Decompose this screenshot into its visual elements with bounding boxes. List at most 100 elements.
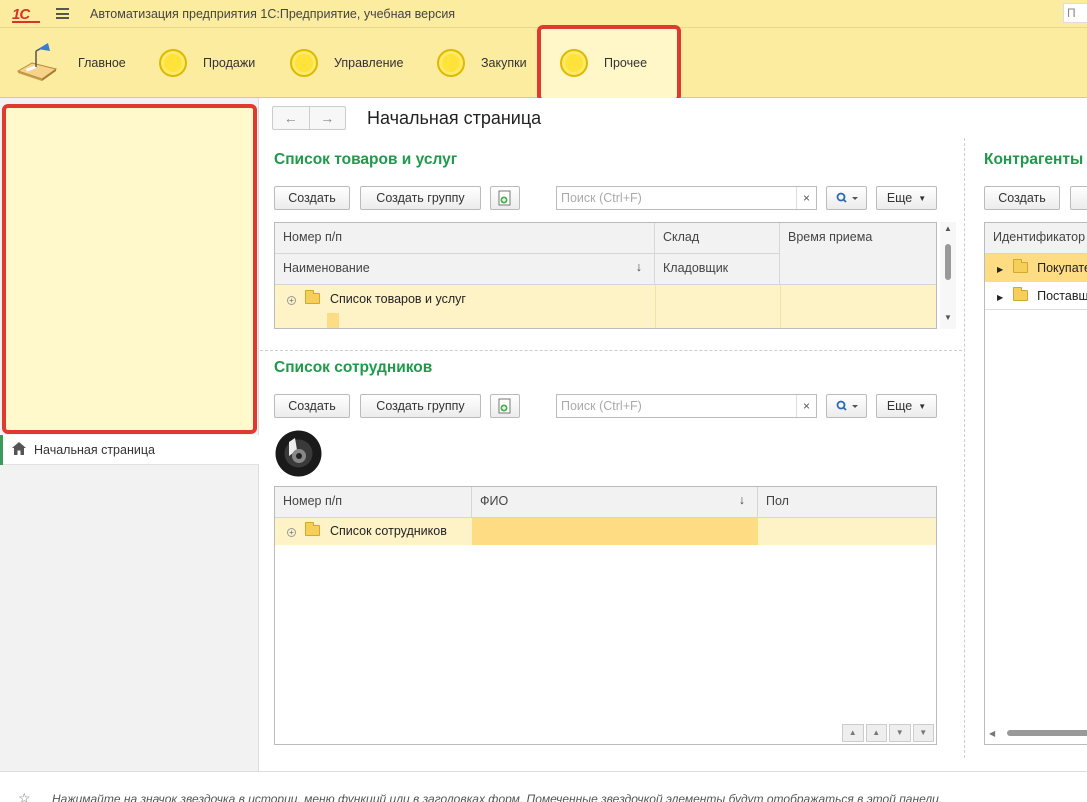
scroll-down-icon[interactable]: ▼ (889, 724, 911, 742)
tree-row[interactable]: ▶ Поставщики (997, 287, 1087, 303)
section-main[interactable]: Главное (14, 28, 126, 98)
section-label: Главное (78, 56, 126, 70)
column-header[interactable]: Пол (758, 487, 936, 518)
home-icon (12, 441, 26, 458)
yellow-circle-icon (290, 49, 318, 77)
expand-icon[interactable]: + (287, 296, 296, 305)
nav-item-label: Начальная страница (34, 442, 155, 457)
section-purchases[interactable]: Закупки (437, 28, 527, 98)
employees-more-button[interactable]: Еще ▼ (876, 394, 937, 418)
copy-doc-icon (498, 398, 511, 414)
column-header[interactable]: Время приема (780, 223, 936, 285)
scroll-up-icon[interactable]: ▲ (865, 724, 887, 742)
employee-photo[interactable] (275, 430, 322, 477)
row-label: Список сотрудников (329, 524, 447, 538)
employees-search-button[interactable] (826, 394, 867, 418)
favorites-hint: Нажимайте на значок звездочка в истории,… (52, 792, 943, 802)
scroll-thumb[interactable] (945, 244, 951, 280)
clear-icon[interactable]: × (796, 187, 816, 209)
folder-icon (1012, 259, 1028, 273)
favorites-panel: ☆ Нажимайте на значок звездочка в истори… (0, 771, 1087, 802)
more-label: Еще (886, 191, 913, 205)
section-other[interactable]: Прочее (540, 28, 678, 98)
table-row[interactable] (275, 313, 936, 328)
row-label: Список товаров и услуг (329, 292, 466, 306)
section-label: Закупки (481, 56, 527, 70)
column-header[interactable]: Наименование ↓ (275, 254, 655, 285)
scroll-bottom-icon[interactable]: ▼ (912, 724, 934, 742)
folder-icon (305, 290, 321, 304)
goods-more-button[interactable]: Еще ▼ (876, 186, 937, 210)
expand-arrow-icon[interactable]: ▶ (997, 293, 1003, 302)
nav-item-home[interactable]: Начальная страница (0, 435, 259, 465)
column-header[interactable]: Идентификатор (985, 223, 1087, 254)
column-header-label: Наименование (283, 261, 370, 275)
selected-cell[interactable] (472, 518, 758, 545)
expand-icon[interactable]: + (287, 528, 296, 537)
search-icon (836, 400, 858, 411)
scroll-left-icon[interactable]: ◀ (989, 729, 995, 738)
copy-doc-icon (498, 190, 511, 206)
goods-create-group-button[interactable]: Создать группу (360, 186, 481, 210)
scroll-up-icon[interactable]: ▲ (944, 224, 952, 233)
title-bar: 1С Автоматизация предприятия 1С:Предприя… (0, 0, 1087, 28)
column-header[interactable]: Кладовщик (655, 254, 780, 285)
section-management[interactable]: Управление (290, 28, 404, 98)
chevron-down-icon: ▼ (918, 401, 927, 411)
section-sales[interactable]: Продажи (159, 28, 255, 98)
search-placeholder: Поиск (Ctrl+F) (561, 399, 642, 413)
sort-arrow-icon: ↓ (738, 493, 745, 507)
scroll-down-icon[interactable]: ▼ (944, 313, 952, 322)
left-panel: Начальная страница (0, 98, 259, 771)
scroll-top-icon[interactable]: ▲ (842, 724, 864, 742)
chevron-down-icon: ▼ (918, 193, 927, 203)
menu-icon[interactable] (56, 8, 69, 19)
expand-arrow-icon[interactable]: ▶ (997, 265, 1003, 274)
column-header[interactable]: ФИО ↓ (472, 487, 758, 518)
goods-scrollbar[interactable]: ▲ ▼ (940, 222, 956, 329)
column-header[interactable]: Номер п/п (275, 223, 655, 254)
contractors-table: Идентификатор ▶ Покупатели ▶ Поставщики … (984, 222, 1087, 745)
global-search-input[interactable]: П (1063, 3, 1087, 23)
tree-row[interactable]: + Список товаров и услуг (287, 290, 466, 306)
sort-arrow-icon: ↓ (635, 260, 642, 274)
goods-search-input[interactable]: Поиск (Ctrl+F) × (556, 186, 817, 210)
goods-create-button[interactable]: Создать (274, 186, 350, 210)
section-label: Продажи (203, 56, 256, 70)
forward-arrow-icon[interactable]: → (310, 107, 346, 129)
app-title: Автоматизация предприятия 1С:Предприятие… (90, 7, 456, 21)
history-nav: ← → (272, 106, 346, 130)
function-panel-area (2, 104, 257, 434)
goods-search-button[interactable] (826, 186, 867, 210)
column-header[interactable]: Номер п/п (275, 487, 472, 518)
employees-create-group-button[interactable]: Создать группу (360, 394, 481, 418)
goods-table: Номер п/п Склад Время приема Наименовани… (274, 222, 937, 329)
back-arrow-icon[interactable]: ← (273, 107, 310, 129)
tree-row[interactable]: + Список сотрудников (287, 522, 447, 538)
cell-cursor (327, 313, 339, 328)
goods-title[interactable]: Список товаров и услуг (274, 151, 457, 169)
column-header[interactable]: Склад (655, 223, 780, 254)
yellow-circle-icon (560, 49, 588, 77)
contractors-create-button[interactable]: Создать (984, 186, 1060, 210)
copy-doc-button[interactable] (490, 186, 520, 210)
h-scroll-thumb[interactable] (1007, 730, 1087, 736)
contractors-title[interactable]: Контрагенты (984, 151, 1083, 169)
employees-search-input[interactable]: Поиск (Ctrl+F) × (556, 394, 817, 418)
copy-doc-button[interactable] (490, 394, 520, 418)
contractors-create-group-button[interactable] (1070, 186, 1087, 210)
search-placeholder: Поиск (Ctrl+F) (561, 191, 642, 205)
tree-row[interactable]: ▶ Покупатели (997, 259, 1087, 275)
employees-title[interactable]: Список сотрудников (274, 359, 432, 377)
search-icon (836, 192, 858, 203)
clear-icon[interactable]: × (796, 395, 816, 417)
section-label: Управление (334, 56, 404, 70)
employees-create-button[interactable]: Создать (274, 394, 350, 418)
section-label: Прочее (604, 56, 648, 70)
column-header-label: ФИО (480, 494, 509, 508)
yellow-circle-icon (437, 49, 465, 77)
desk-lamp-icon (14, 43, 62, 83)
1c-logo[interactable]: 1С (12, 6, 40, 23)
employees-table: Номер п/п ФИО ↓ Пол + Список сотрудников… (274, 486, 937, 745)
star-icon[interactable]: ☆ (18, 790, 31, 802)
